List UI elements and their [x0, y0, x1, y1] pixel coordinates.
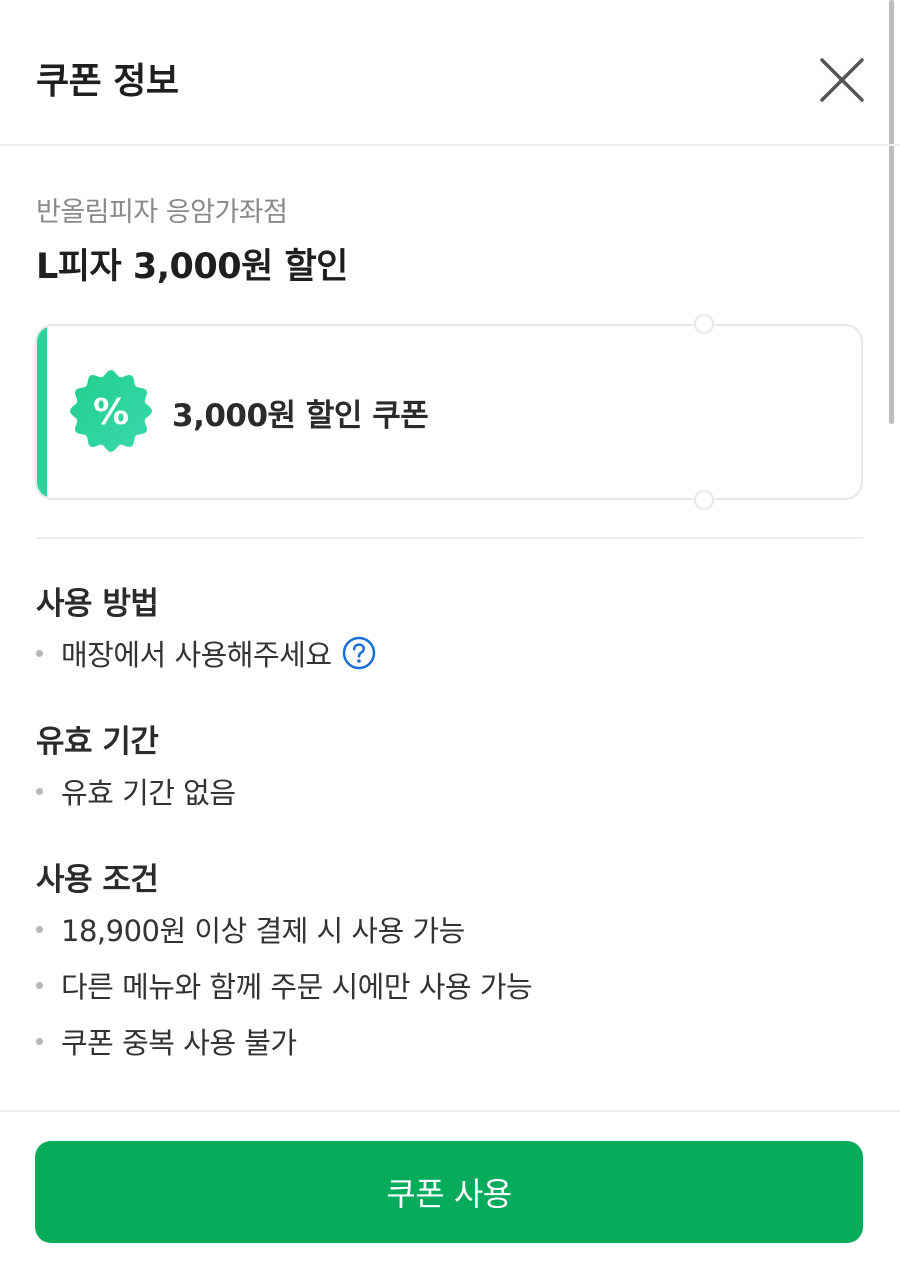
list-item: 18,900원 이상 결제 시 사용 가능	[36, 908, 465, 950]
bullet-dot	[36, 925, 43, 933]
header: 쿠폰 정보	[0, 0, 900, 146]
usage-item-text: 매장에서 사용해주세요	[61, 638, 332, 672]
close-button[interactable]	[814, 52, 870, 108]
question-circle-icon[interactable]	[342, 636, 376, 670]
section-title-validity: 유효 기간	[36, 724, 159, 760]
ticket-accent-stripe	[37, 326, 47, 498]
section-title-conditions: 사용 조건	[36, 862, 159, 898]
close-icon	[820, 58, 864, 102]
use-coupon-button[interactable]: 쿠폰 사용	[35, 1141, 863, 1243]
bullet-dot	[36, 787, 43, 795]
bullet-dot	[36, 981, 43, 989]
condition-item-text: 다른 메뉴와 함께 주문 시에만 사용 가능	[61, 970, 533, 1004]
condition-item-text: 쿠폰 중복 사용 불가	[61, 1026, 297, 1060]
section-title-usage: 사용 방법	[36, 586, 159, 622]
list-item: 쿠폰 중복 사용 불가	[36, 1020, 297, 1062]
footer-divider	[0, 1110, 900, 1112]
divider	[36, 537, 863, 539]
list-item: 매장에서 사용해주세요	[36, 632, 376, 674]
bullet-dot	[36, 649, 43, 657]
bullet-dot	[36, 1037, 43, 1045]
condition-item-text: 18,900원 이상 결제 시 사용 가능	[61, 914, 465, 948]
validity-item-text: 유효 기간 없음	[61, 776, 236, 810]
svg-text:%: %	[93, 392, 129, 433]
coupon-title: L피자 3,000원 할인	[36, 247, 348, 287]
ticket-notch	[694, 490, 714, 510]
ticket-notch-cover	[690, 302, 718, 314]
ticket-notch	[694, 314, 714, 334]
percent-badge-icon: %	[68, 368, 154, 454]
list-item: 다른 메뉴와 함께 주문 시에만 사용 가능	[36, 964, 533, 1006]
ticket-label: 3,000원 할인 쿠폰	[172, 398, 429, 434]
coupon-ticket	[35, 324, 863, 500]
page-title: 쿠폰 정보	[36, 61, 179, 102]
coupon-info-sheet: 쿠폰 정보 반올림피자 응암가좌점 L피자 3,000원 할인 % 3,000원	[0, 0, 900, 1264]
store-name: 반올림피자 응암가좌점	[36, 197, 288, 228]
list-item: 유효 기간 없음	[36, 770, 236, 812]
